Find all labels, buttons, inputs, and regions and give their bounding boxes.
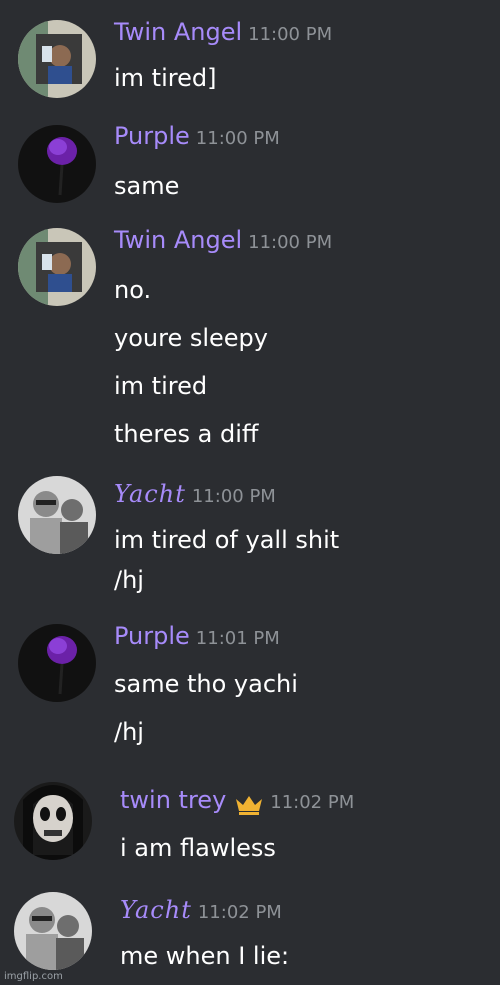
timestamp: 11:02 PM — [197, 902, 282, 923]
avatar-yacht[interactable] — [14, 892, 92, 970]
avatar-purple-rose[interactable] — [18, 624, 96, 702]
avatar-purple-rose[interactable] — [18, 125, 96, 203]
imgflip-watermark: imgflip.com — [4, 971, 63, 982]
message-header: twin trey 11:02 PM — [120, 786, 354, 815]
message-header: Purple 11:00 PM — [114, 122, 280, 150]
username[interactable]: Purple — [114, 122, 190, 150]
message-text: i am flawless — [120, 834, 276, 862]
username[interactable]: twin trey — [120, 786, 226, 814]
username[interactable]: Yacht — [114, 480, 186, 508]
timestamp: 11:00 PM — [248, 232, 333, 253]
message-text: same — [114, 172, 180, 200]
avatar-yacht[interactable] — [18, 476, 96, 554]
message-header: Yacht 11:00 PM — [114, 480, 276, 508]
timestamp: 11:00 PM — [248, 24, 333, 45]
avatar-twin-angel[interactable] — [18, 228, 96, 306]
message-text: /hj — [114, 566, 144, 594]
message-header: Yacht 11:02 PM — [120, 896, 282, 924]
timestamp: 11:00 PM — [191, 486, 276, 507]
username[interactable]: Twin Angel — [114, 18, 242, 46]
avatar-twin-trey[interactable] — [14, 782, 92, 860]
message-text: no. — [114, 276, 152, 304]
message-header: Purple 11:01 PM — [114, 622, 280, 650]
message-text: same tho yachi — [114, 670, 298, 698]
timestamp: 11:02 PM — [270, 792, 355, 813]
timestamp: 11:00 PM — [195, 128, 280, 149]
message-text: youre sleepy — [114, 324, 268, 352]
crown-icon — [236, 795, 263, 815]
message-text: me when I lie: — [120, 942, 290, 970]
message-header: Twin Angel 11:00 PM — [114, 226, 332, 254]
timestamp: 11:01 PM — [195, 628, 280, 649]
username[interactable]: Twin Angel — [114, 226, 242, 254]
message-text: im tired of yall shit — [114, 526, 340, 554]
message-text: im tired] — [114, 64, 217, 92]
message-text: theres a diff — [114, 420, 259, 448]
message-header: Twin Angel 11:00 PM — [114, 18, 332, 46]
message-text: /hj — [114, 718, 144, 746]
username[interactable]: Purple — [114, 622, 190, 650]
message-text: im tired — [114, 372, 208, 400]
avatar-twin-angel[interactable] — [18, 20, 96, 98]
username[interactable]: Yacht — [120, 896, 192, 924]
